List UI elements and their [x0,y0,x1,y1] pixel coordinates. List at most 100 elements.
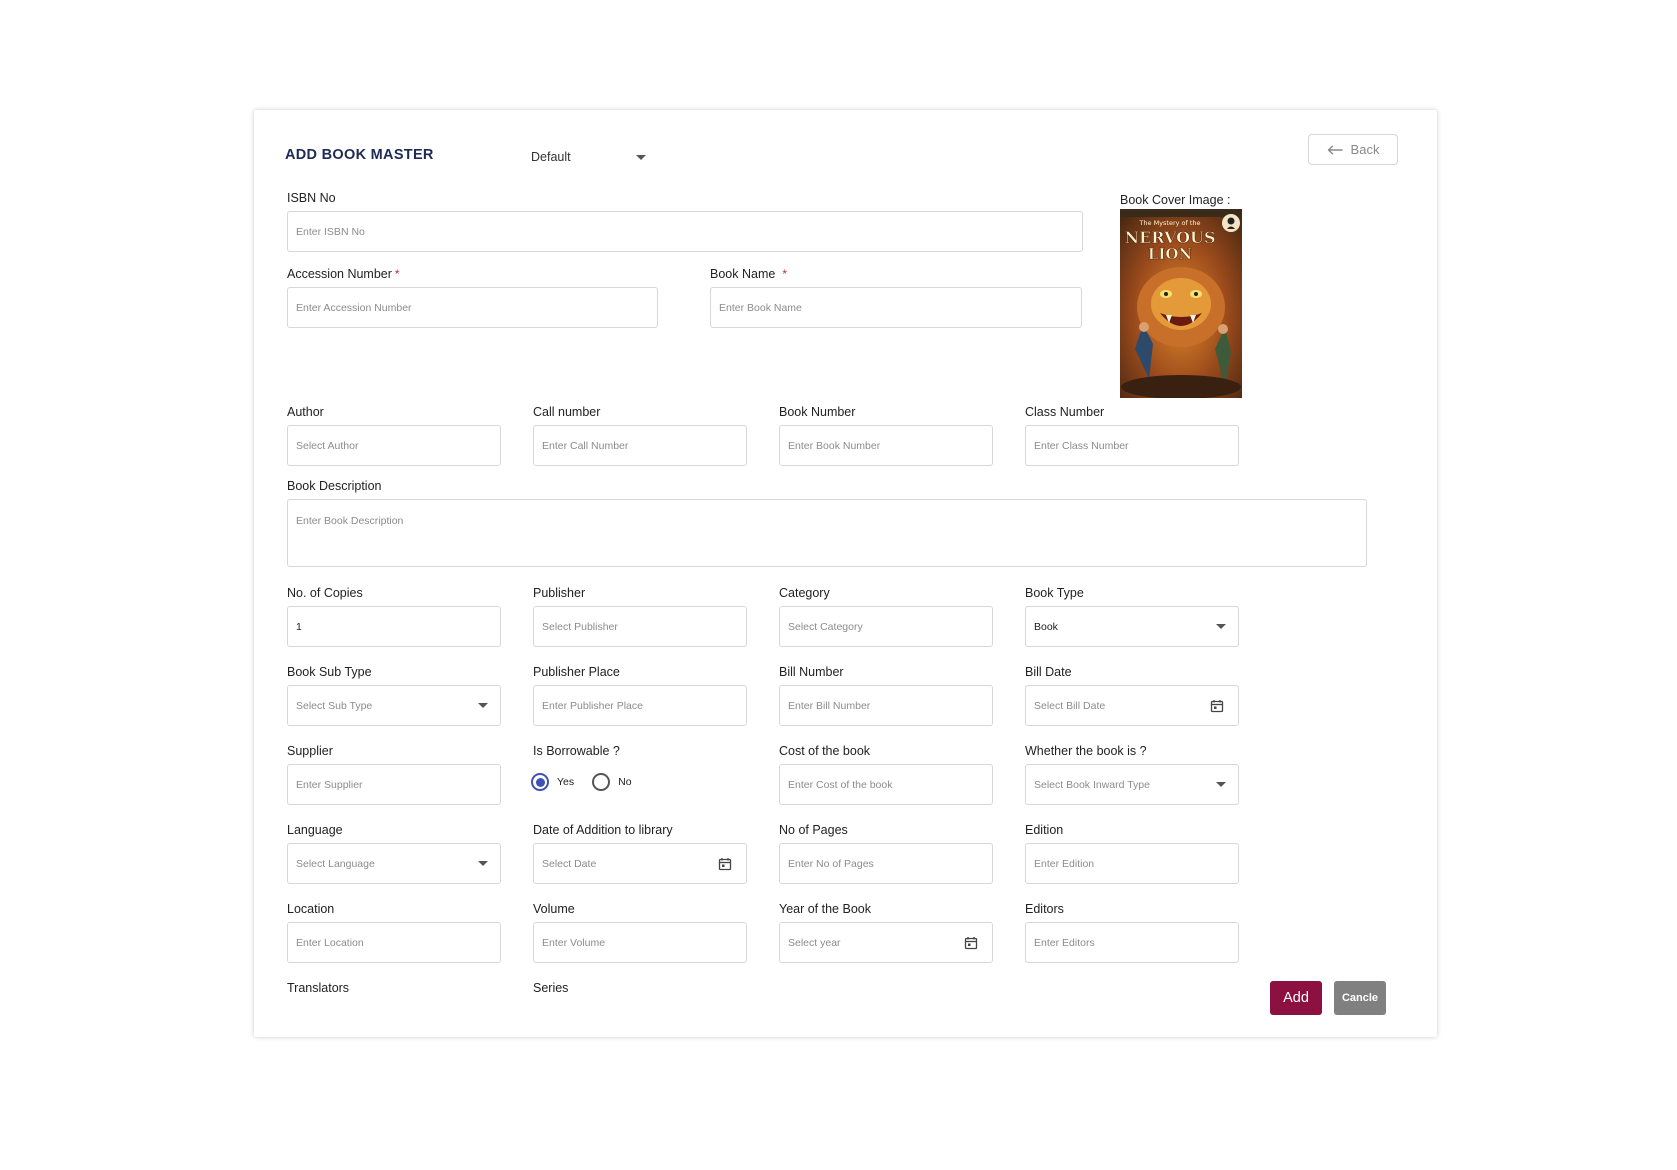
category-select[interactable]: Select Category [779,606,993,647]
template-select-value: Default [531,150,571,164]
publisher-select[interactable]: Select Publisher [533,606,747,647]
year-picker[interactable]: Select year [779,922,993,963]
language-label: Language [287,823,343,837]
date-addition-placeholder: Select Date [542,857,597,870]
book-number-label: Book Number [779,405,856,419]
publisher-placeholder: Select Publisher [542,620,618,633]
editors-label: Editors [1025,902,1064,916]
pages-input[interactable]: Enter No of Pages [779,843,993,884]
supplier-input[interactable]: Enter Supplier [287,764,501,805]
page-title: ADD BOOK MASTER [285,147,434,163]
translators-label: Translators [287,981,350,995]
language-placeholder: Select Language [296,857,375,870]
chevron-down-icon [478,703,488,708]
cover-image-label: Book Cover Image : [1120,193,1231,207]
borrowable-label: Is Borrowable ? [533,744,620,758]
author-placeholder: Select Author [296,439,359,452]
editors-input[interactable]: Enter Editors [1025,922,1239,963]
calendar-icon[interactable] [718,857,732,871]
editors-placeholder: Enter Editors [1034,936,1095,949]
arrow-left-icon [1327,145,1343,154]
copies-label: No. of Copies [287,586,363,600]
cancel-button[interactable]: Cancle [1334,981,1386,1015]
calendar-icon[interactable] [1210,699,1224,713]
call-number-placeholder: Enter Call Number [542,439,629,452]
bill-date-picker[interactable]: Select Bill Date [1025,685,1239,726]
cost-input[interactable]: Enter Cost of the book [779,764,993,805]
sub-type-select[interactable]: Select Sub Type [287,685,501,726]
author-select[interactable]: Select Author [287,425,501,466]
call-number-label: Call number [533,405,601,419]
volume-placeholder: Enter Volume [542,936,606,949]
back-label: Back [1350,142,1380,157]
isbn-label: ISBN No [287,191,336,205]
borrowable-no-label: No [618,776,632,788]
accession-placeholder: Enter Accession Number [296,301,412,314]
class-number-input[interactable]: Enter Class Number [1025,425,1239,466]
template-select[interactable]: Default [531,147,646,169]
date-addition-label: Date of Addition to library [533,823,673,837]
copies-input[interactable]: 1 [287,606,501,647]
volume-input[interactable]: Enter Volume [533,922,747,963]
location-input[interactable]: Enter Location [287,922,501,963]
cover-title-top: The Mystery of the [1138,219,1200,227]
publisher-place-label: Publisher Place [533,665,620,679]
book-number-input[interactable]: Enter Book Number [779,425,993,466]
bill-number-label: Bill Number [779,665,844,679]
publisher-place-placeholder: Enter Publisher Place [542,699,643,712]
location-label: Location [287,902,335,916]
book-name-label-text: Book Name [710,267,776,281]
cost-label: Cost of the book [779,744,871,758]
borrowable-yes-radio[interactable] [531,773,549,791]
bill-date-placeholder: Select Bill Date [1034,699,1106,712]
category-label: Category [779,586,830,600]
sub-type-label: Book Sub Type [287,665,372,679]
bill-number-input[interactable]: Enter Bill Number [779,685,993,726]
borrowable-no-radio[interactable] [592,773,611,791]
publisher-place-input[interactable]: Enter Publisher Place [533,685,747,726]
edition-label: Edition [1025,823,1064,837]
year-label: Year of the Book [779,902,871,916]
inward-type-label: Whether the book is ? [1025,744,1147,758]
category-placeholder: Select Category [788,620,863,633]
book-type-value: Book [1034,620,1058,633]
cost-placeholder: Enter Cost of the book [788,778,893,791]
required-mark: * [782,267,787,281]
supplier-placeholder: Enter Supplier [296,778,363,791]
date-addition-picker[interactable]: Select Date [533,843,747,884]
add-button[interactable]: Add [1270,981,1322,1015]
book-type-select[interactable]: Book [1025,606,1239,647]
back-button[interactable]: Back [1308,134,1398,165]
isbn-input[interactable]: Enter ISBN No [287,211,1083,252]
add-book-master-card: ADD BOOK MASTER Default Back ISBN No Ent… [254,110,1437,1037]
location-placeholder: Enter Location [296,936,364,949]
bill-number-placeholder: Enter Bill Number [788,699,871,712]
inward-type-select[interactable]: Select Book Inward Type [1025,764,1239,805]
volume-label: Volume [533,902,575,916]
edition-input[interactable]: Enter Edition [1025,843,1239,884]
language-select[interactable]: Select Language [287,843,501,884]
required-mark: * [394,267,400,281]
cover-title-main2: LION [1148,245,1193,263]
description-label: Book Description [287,479,382,493]
book-cover-image[interactable]: The Mystery of the NERVOUS LION [1120,209,1242,398]
isbn-placeholder: Enter ISBN No [296,225,365,238]
chevron-down-icon [1216,782,1226,787]
class-number-placeholder: Enter Class Number [1034,439,1129,452]
pages-placeholder: Enter No of Pages [788,857,874,870]
book-description-textarea[interactable] [287,499,1367,567]
publisher-label: Publisher [533,586,586,600]
book-name-input[interactable]: Enter Book Name [710,287,1082,328]
calendar-icon[interactable] [964,936,978,950]
borrowable-yes-label: Yes [557,776,575,788]
call-number-input[interactable]: Enter Call Number [533,425,747,466]
series-label: Series [533,981,569,995]
year-placeholder: Select year [788,936,841,949]
inward-type-placeholder: Select Book Inward Type [1034,778,1150,791]
pages-label: No of Pages [779,823,848,837]
book-type-label: Book Type [1025,586,1084,600]
bill-date-label: Bill Date [1025,665,1072,679]
chevron-down-icon [478,861,488,866]
copies-value: 1 [296,620,302,633]
accession-number-input[interactable]: Enter Accession Number [287,287,658,328]
